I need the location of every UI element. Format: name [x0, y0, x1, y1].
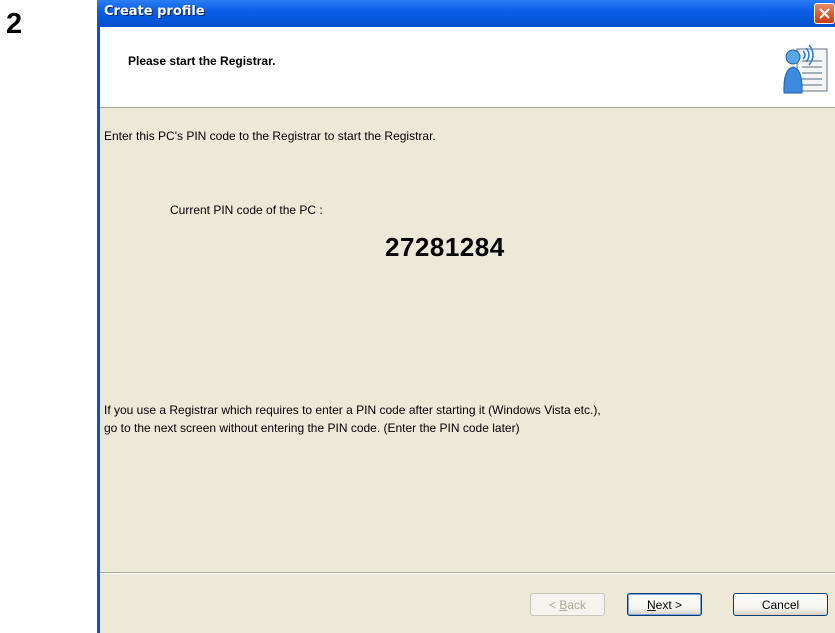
close-button[interactable]: [814, 3, 835, 24]
next-button-suffix: ext >: [655, 597, 683, 612]
person-signal-document-icon: [779, 43, 831, 100]
button-divider: [100, 572, 835, 574]
pin-code-label: Current PIN code of the PC :: [170, 203, 323, 217]
wizard-step-title: Please start the Registrar.: [128, 54, 276, 68]
back-button-accel: B: [559, 597, 568, 612]
back-button-prefix: <: [548, 597, 560, 612]
note-line-2: go to the next screen without entering t…: [104, 421, 520, 435]
dialog-client-area: Please start the Registrar. Enter this P…: [100, 27, 835, 633]
back-button[interactable]: < Back: [530, 593, 605, 616]
close-icon: [819, 8, 830, 19]
intro-text: Enter this PC's PIN code to the Registra…: [104, 129, 436, 143]
back-button-suffix: ack: [567, 597, 587, 612]
wizard-header: Please start the Registrar.: [100, 27, 835, 108]
next-button[interactable]: Next >: [627, 593, 702, 616]
pin-code-value: 27281284: [385, 232, 505, 262]
window-title: Create profile: [104, 4, 205, 19]
registrar-note: If you use a Registrar which requires to…: [104, 401, 804, 437]
title-bar[interactable]: Create profile: [97, 0, 835, 27]
step-number: 2: [6, 8, 23, 40]
next-button-accel: N: [646, 597, 656, 612]
create-profile-dialog: Create profile Please start the Registra…: [97, 0, 835, 633]
cancel-button[interactable]: Cancel: [733, 593, 828, 616]
note-line-1: If you use a Registrar which requires to…: [104, 403, 601, 417]
